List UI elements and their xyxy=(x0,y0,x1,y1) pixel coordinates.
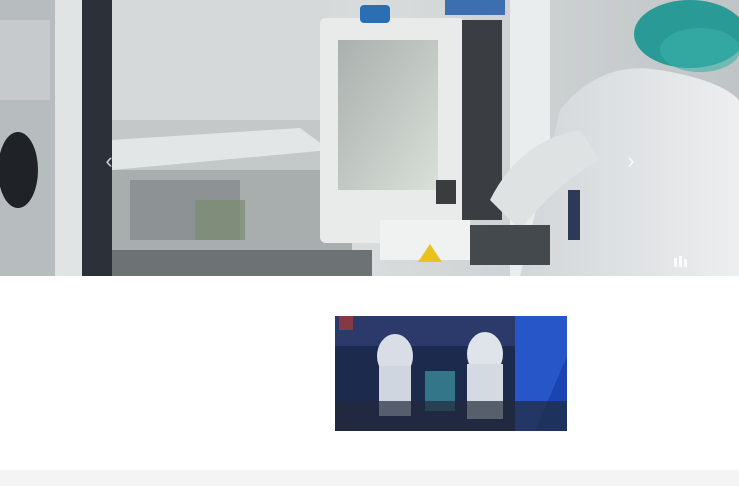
footer-strip xyxy=(0,470,739,486)
intro-text xyxy=(144,338,284,353)
thumbnail-image xyxy=(335,316,567,431)
content-section xyxy=(0,276,739,470)
feature-thumbnail[interactable] xyxy=(335,316,567,431)
slider-prev-button[interactable]: ‹ xyxy=(100,148,118,174)
slider-next-button[interactable]: › xyxy=(622,148,640,174)
hero-image xyxy=(0,0,739,276)
slide-caption xyxy=(282,150,460,162)
hero-slider: ‹ › xyxy=(0,0,739,276)
gallery-icon[interactable] xyxy=(674,256,690,268)
